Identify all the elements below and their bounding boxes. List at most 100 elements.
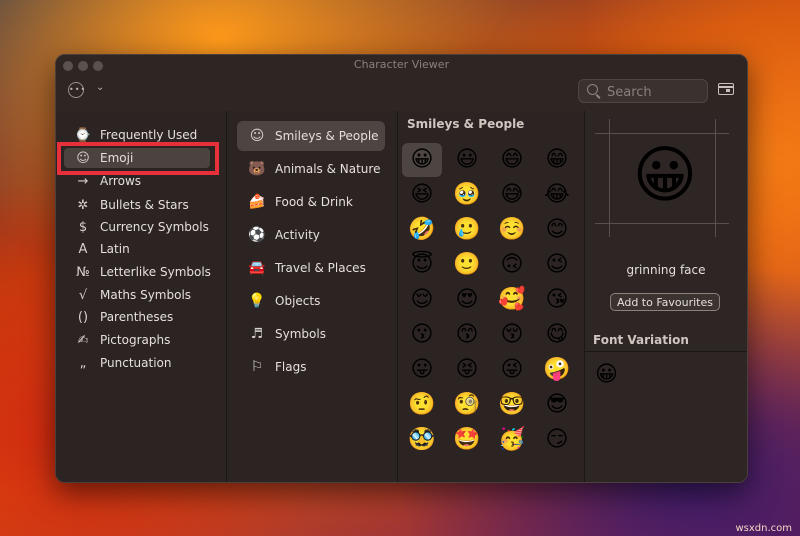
subcategory-list: ☺ Smileys & People 🐻 Animals & Nature 🍰 Food … xyxy=(227,111,398,482)
window-title: Character Viewer xyxy=(353,58,450,71)
category-label: Latin xyxy=(100,242,130,256)
chevron-down-icon[interactable]: ⌄ xyxy=(96,82,104,93)
search-field[interactable] xyxy=(578,79,708,103)
emoji-cell[interactable]: 😋 xyxy=(537,318,577,352)
category-item[interactable]: № Letterlike Symbols xyxy=(74,262,222,282)
subcategory-label: Smileys & People xyxy=(275,129,379,143)
emoji-cell[interactable]: 😆 xyxy=(402,178,442,212)
toggle-panel-icon[interactable] xyxy=(718,83,734,95)
add-to-favourites-button[interactable]: Add to Favourites xyxy=(610,293,720,311)
category-label: Currency Symbols xyxy=(100,220,209,234)
category-item[interactable]: () Parentheses xyxy=(74,307,222,327)
subcategory-item[interactable]: ⚽ Activity xyxy=(237,220,385,250)
subcategory-icon: ♬ xyxy=(250,326,264,342)
emoji-cell[interactable]: 🤪 xyxy=(537,353,577,387)
search-icon xyxy=(587,84,598,95)
emoji-cell[interactable]: 😇 xyxy=(402,248,442,282)
category-icon: → xyxy=(77,174,89,189)
emoji-cell[interactable]: 🤣 xyxy=(402,213,442,247)
preview-emoji-glyph: 😀 xyxy=(632,138,698,211)
subcategory-icon: 🚘 xyxy=(248,260,266,276)
emoji-cell[interactable]: ☺️ xyxy=(492,213,532,247)
emoji-cell[interactable]: 🥹 xyxy=(447,178,487,212)
emoji-cell[interactable]: 🙃 xyxy=(492,248,532,282)
subcategory-item[interactable]: ⚐ Flags xyxy=(237,352,385,382)
category-item[interactable]: „ Punctuation xyxy=(74,353,222,373)
category-label: Pictographs xyxy=(100,333,171,347)
emoji-cell[interactable]: 🤨 xyxy=(402,388,442,422)
category-icon: $ xyxy=(78,220,88,235)
emoji-cell[interactable]: 🧐 xyxy=(447,388,487,422)
watermark-text: wsxdn.com xyxy=(735,523,792,534)
emoji-grid-title: Smileys & People xyxy=(407,117,525,131)
emoji-cell[interactable]: 🥰 xyxy=(492,283,532,317)
subcategory-icon: ⚽ xyxy=(248,227,266,243)
emoji-name: grinning face xyxy=(626,263,706,277)
emoji-cell[interactable]: 😁 xyxy=(537,143,577,177)
font-variation-item[interactable]: 😀 xyxy=(595,361,618,389)
emoji-cell[interactable]: 😀 xyxy=(402,143,442,177)
subcategory-icon: ☺ xyxy=(249,128,265,144)
emoji-cell[interactable]: 🥳 xyxy=(492,423,532,457)
category-icon: ✍ xyxy=(77,333,89,348)
emoji-cell[interactable]: 🥸 xyxy=(402,423,442,457)
emoji-cell[interactable]: 😄 xyxy=(492,143,532,177)
category-label: Punctuation xyxy=(100,356,172,370)
subcategory-label: Flags xyxy=(275,360,307,374)
emoji-highlight-box xyxy=(57,142,219,175)
subcategory-item[interactable]: ♬ Symbols xyxy=(237,319,385,349)
emoji-cell[interactable]: 😎 xyxy=(537,388,577,422)
emoji-cell[interactable]: 🤓 xyxy=(492,388,532,422)
detail-pane: 😀 grinning face Add to Favourites Font V… xyxy=(585,111,747,482)
category-icon: № xyxy=(76,265,90,280)
category-label: Bullets & Stars xyxy=(100,198,189,212)
subcategory-item[interactable]: 🚘 Travel & Places xyxy=(237,253,385,283)
subcategory-label: Activity xyxy=(275,228,320,242)
category-label: Parentheses xyxy=(100,310,174,324)
emoji-cell[interactable]: 😘 xyxy=(537,283,577,317)
subcategory-icon: 💡 xyxy=(248,293,266,309)
emoji-cell[interactable]: 😊 xyxy=(537,213,577,247)
category-label: Maths Symbols xyxy=(100,288,192,302)
emoji-cell[interactable]: 🙂 xyxy=(447,248,487,282)
emoji-cell[interactable]: 😚 xyxy=(492,318,532,352)
emoji-cell[interactable]: 😝 xyxy=(447,353,487,387)
category-icon: „ xyxy=(79,356,87,371)
category-item[interactable]: A Latin xyxy=(74,239,222,259)
divider xyxy=(585,351,747,352)
subcategory-icon: 🍰 xyxy=(248,194,266,210)
emoji-cell[interactable]: 😗 xyxy=(402,318,442,352)
emoji-cell[interactable]: 😍 xyxy=(447,283,487,317)
emoji-cell[interactable]: 🤩 xyxy=(447,423,487,457)
emoji-cell[interactable]: 😉 xyxy=(537,248,577,282)
subcategory-label: Symbols xyxy=(275,327,326,341)
emoji-cell[interactable]: 😃 xyxy=(447,143,487,177)
more-options-icon[interactable]: ••• xyxy=(68,82,85,98)
subcategory-label: Food & Drink xyxy=(275,195,353,209)
emoji-cell[interactable]: 😌 xyxy=(402,283,442,317)
category-icon: ✲ xyxy=(77,198,89,213)
emoji-cell[interactable]: 😜 xyxy=(492,353,532,387)
subcategory-item[interactable]: 🐻 Animals & Nature xyxy=(237,154,385,184)
subcategory-label: Objects xyxy=(275,294,321,308)
font-variation-title: Font Variation xyxy=(593,333,689,347)
category-item[interactable]: $ Currency Symbols xyxy=(74,217,222,237)
emoji-cell[interactable]: 😏 xyxy=(537,423,577,457)
subcategory-label: Animals & Nature xyxy=(275,162,381,176)
emoji-cell[interactable]: 😂 xyxy=(537,178,577,212)
character-viewer-window: Character Viewer ••• ⌄ ⌚Frequently Used☺… xyxy=(55,54,748,483)
emoji-cell[interactable]: 🥲 xyxy=(447,213,487,247)
emoji-cell[interactable]: 😅 xyxy=(492,178,532,212)
category-item[interactable]: ✲ Bullets & Stars xyxy=(74,195,222,215)
subcategory-item[interactable]: ☺ Smileys & People xyxy=(237,121,385,151)
emoji-cell[interactable]: 😛 xyxy=(402,353,442,387)
category-item[interactable]: ✍ Pictographs xyxy=(74,330,222,350)
category-label: Frequently Used xyxy=(100,128,198,142)
emoji-cell[interactable]: 😙 xyxy=(447,318,487,352)
category-icon: A xyxy=(78,242,88,257)
category-label: Arrows xyxy=(100,174,142,188)
search-input[interactable] xyxy=(605,83,705,101)
subcategory-item[interactable]: 💡 Objects xyxy=(237,286,385,316)
category-item[interactable]: √ Maths Symbols xyxy=(74,285,222,305)
subcategory-item[interactable]: 🍰 Food & Drink xyxy=(237,187,385,217)
